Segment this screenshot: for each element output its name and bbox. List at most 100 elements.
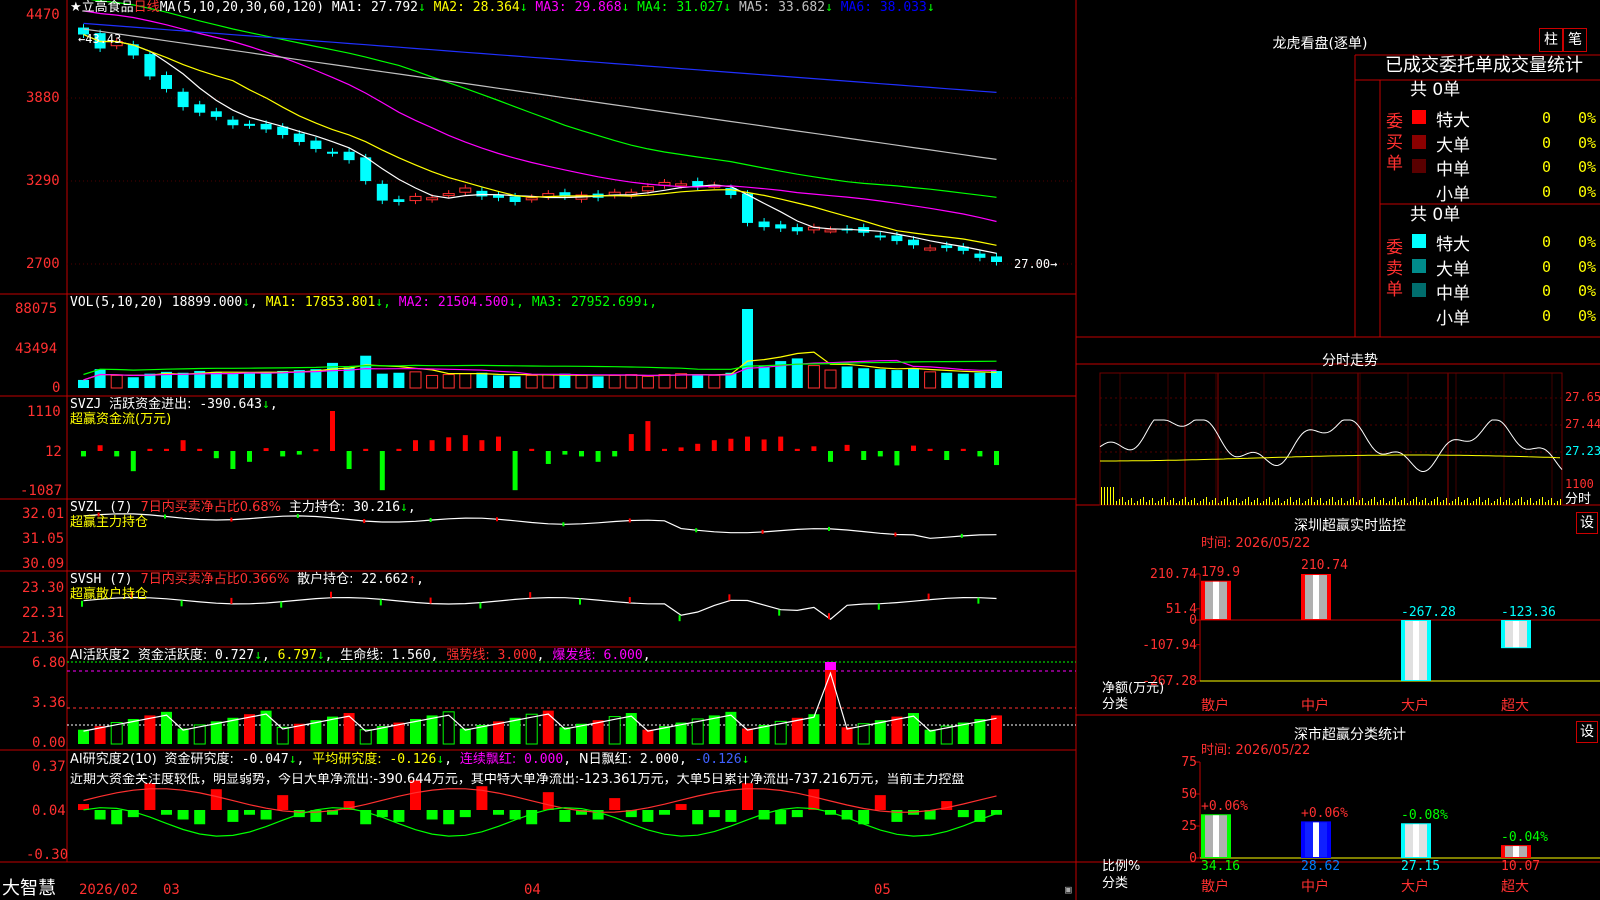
svsh-tick	[828, 613, 830, 620]
ma-arrow-5: ↓	[825, 0, 833, 15]
research-bar	[742, 783, 753, 810]
sell-row-1[interactable]: 特大 0 0%	[1410, 230, 1600, 255]
flow-bar	[147, 448, 153, 451]
volume-bar	[409, 371, 422, 389]
research-bar	[144, 783, 156, 810]
intraday-volume-bar	[1419, 502, 1420, 505]
research-bar	[675, 804, 687, 810]
svsh-tick	[529, 592, 532, 599]
stock-name[interactable]: 立高食品	[82, 0, 134, 15]
intraday-volume-bar	[1185, 497, 1186, 505]
intraday-volume-bar	[1221, 501, 1222, 505]
stroke-mode-button[interactable]: 笔	[1563, 28, 1587, 52]
classify-category-label: 超大	[1501, 879, 1529, 895]
lock-icon[interactable]: ▣	[1065, 884, 1072, 895]
sell-row-name: 小单	[1436, 308, 1470, 329]
monitor-bar-value: -123.36	[1501, 605, 1556, 620]
flow-bar	[562, 451, 568, 455]
intraday-volume-bar	[1203, 499, 1204, 505]
intraday-volume-bar	[1224, 499, 1225, 505]
classify-bar-delta: +0.06%	[1301, 806, 1348, 822]
volume-bar	[974, 372, 986, 388]
flow-bar	[595, 451, 601, 462]
volume-bar	[110, 374, 123, 389]
candle-body-down	[376, 183, 388, 201]
flow-bar	[496, 436, 501, 451]
intraday-volume-bar	[1287, 499, 1288, 505]
intraday-volume-bar	[1473, 501, 1474, 505]
candle-body-down	[974, 253, 986, 258]
volume-bar	[127, 377, 139, 388]
classify-settings-button[interactable]: 设	[1576, 721, 1598, 743]
ma-value-1: 27.792	[371, 0, 418, 15]
classify-axis-label: 25	[1181, 819, 1197, 834]
intraday-volume-bar	[1497, 499, 1498, 505]
svsh-tick	[429, 597, 432, 604]
flow-bar	[612, 451, 618, 457]
sell-row-4[interactable]: 小单 0 0%	[1410, 304, 1600, 329]
brand-logo[interactable]: 大智慧	[2, 880, 56, 898]
volume-bar	[608, 374, 621, 389]
ma60-line	[83, 28, 997, 160]
candle-body-down	[177, 91, 189, 108]
research-bar	[559, 810, 571, 822]
intraday-volume-bar	[1446, 498, 1447, 505]
svsh-line	[83, 596, 997, 620]
ma-value-5: 33.682	[778, 0, 826, 15]
intraday-volume-bar	[1467, 498, 1468, 505]
buy-row-4[interactable]: 小单 0 0%	[1410, 180, 1600, 205]
svzl-tick	[695, 528, 698, 533]
activity-bar	[725, 711, 737, 744]
sell-row-3[interactable]: 中单 0 0%	[1410, 279, 1600, 304]
svzl-line	[83, 513, 997, 539]
classify-xlabel: 分类	[1102, 876, 1129, 891]
svzl-tick	[429, 518, 432, 523]
intraday-volume-bar	[1233, 500, 1234, 505]
intraday-volume-bar	[1521, 497, 1522, 505]
intraday-price-line	[1099, 419, 1563, 472]
intraday-axis-2: 27.44	[1565, 417, 1600, 431]
monitor-bar-value: 210.74	[1301, 558, 1348, 573]
intraday-title: 分时走势	[1322, 353, 1378, 369]
candle-body-down	[210, 111, 222, 117]
activity-bar	[244, 714, 255, 744]
flow-bar	[628, 434, 634, 451]
sell-row-2[interactable]: 大单 0 0%	[1410, 255, 1600, 280]
last-price-label: 27.00→	[1014, 257, 1058, 271]
timeline-label-apr: 04	[524, 882, 541, 898]
ma5-line	[83, 33, 997, 254]
volume-bar	[891, 370, 903, 388]
dragon-title: 龙虎看盘(逐单)	[1272, 36, 1368, 52]
flow-bar	[213, 451, 219, 459]
intraday-volume-bar	[1335, 502, 1336, 505]
intraday-volume-bar	[1326, 501, 1327, 505]
svsh-tick	[628, 597, 631, 604]
intraday-volume-bar	[1470, 503, 1471, 505]
intraday-volume-bar	[1344, 503, 1345, 505]
svsh-tick	[230, 597, 233, 604]
flow-bar	[230, 451, 236, 470]
flow-bar	[446, 437, 452, 451]
candle-body-down	[393, 199, 405, 202]
intraday-volume-bar	[1266, 499, 1267, 505]
volume-bar	[559, 373, 571, 388]
dragon-subtitle: 已成交委托单成交量统计	[1385, 55, 1583, 76]
intraday-volume-bar	[1533, 503, 1534, 505]
flow-bar	[346, 451, 352, 470]
sell-swatch-1	[1412, 234, 1426, 248]
intraday-volume-bar	[1506, 500, 1507, 505]
classify-category-label: 大户	[1401, 879, 1429, 895]
vol-ma-arrow-3: ↓,	[641, 295, 658, 310]
period-label[interactable]: 日线	[134, 0, 160, 15]
research-bar	[493, 810, 504, 815]
monitor-settings-button[interactable]: 设	[1576, 512, 1598, 534]
sell-row-name: 特大	[1436, 235, 1470, 255]
buy-row-3[interactable]: 中单 0 0%	[1410, 155, 1600, 180]
intraday-volume-bar	[1152, 498, 1153, 505]
buy-row-2[interactable]: 大单 0 0%	[1410, 131, 1600, 156]
flow-bar	[711, 440, 717, 451]
buy-row-pct: 0%	[1578, 109, 1597, 127]
bar-mode-button[interactable]: 柱	[1539, 28, 1563, 52]
buy-row-1[interactable]: 特大 0 0%	[1410, 106, 1600, 131]
svzl-tick	[164, 514, 166, 519]
